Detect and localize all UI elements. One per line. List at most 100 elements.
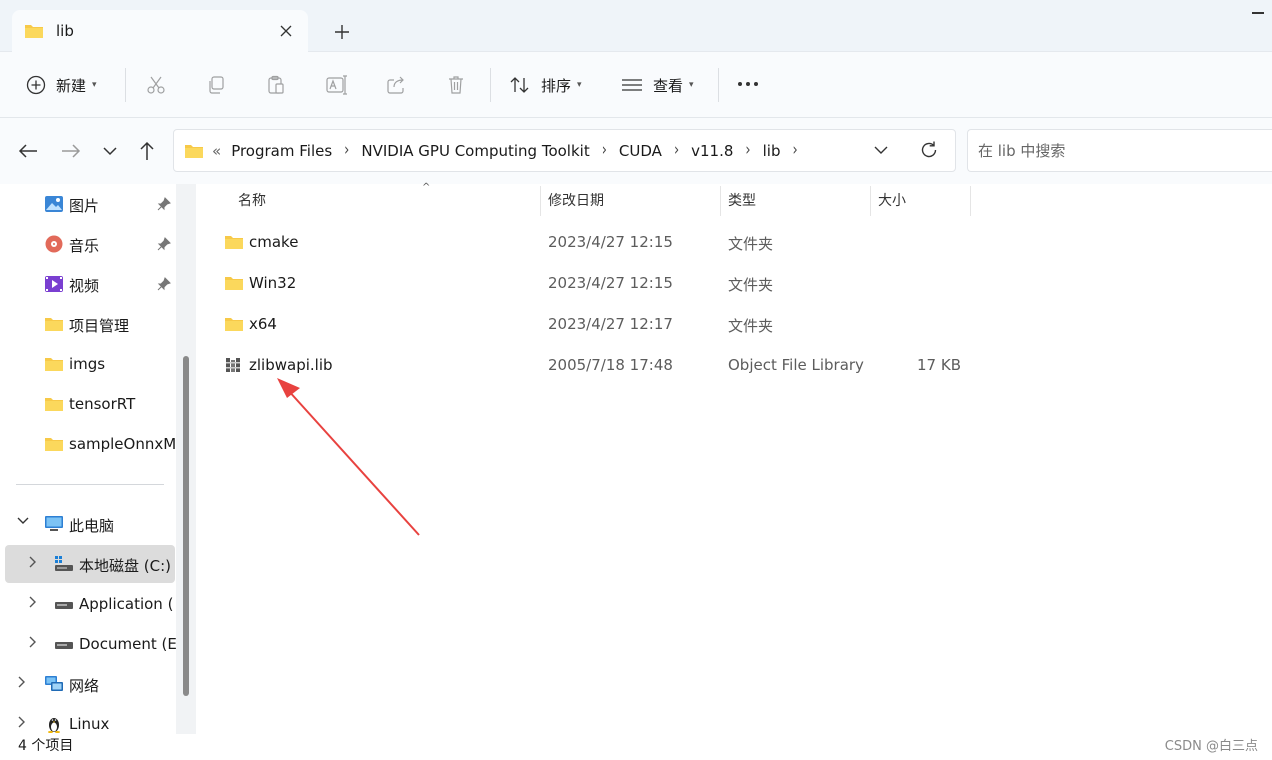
chevron-right-icon[interactable]: › (344, 141, 349, 161)
file-type: 文件夹 (728, 235, 774, 253)
folder-icon (185, 144, 203, 158)
sidebar-item-label: tensorRT (69, 395, 136, 413)
back-arrow-icon[interactable] (15, 138, 41, 164)
column-size-label: 大小 (878, 193, 906, 209)
add-circle-icon (26, 75, 46, 95)
breadcrumb-lib[interactable]: lib (763, 142, 781, 160)
chevron-right-icon[interactable]: › (745, 141, 750, 161)
sidebar-item-sampleonnx[interactable]: sampleOnnxM (0, 425, 180, 463)
pin-icon[interactable] (157, 277, 171, 291)
chevron-down-icon[interactable] (17, 516, 29, 530)
chevron-right-icon[interactable] (28, 556, 40, 570)
sidebar-item-label: 项目管理 (69, 317, 130, 335)
column-header-size[interactable]: 大小 (878, 184, 968, 216)
pin-icon[interactable] (157, 237, 171, 251)
sidebar-item-imgs[interactable]: imgs (0, 345, 180, 383)
network-icon (45, 676, 63, 691)
column-divider[interactable] (970, 186, 971, 216)
up-arrow-icon[interactable] (134, 138, 160, 164)
more-icon[interactable] (738, 82, 758, 86)
chevron-right-icon[interactable]: › (602, 141, 607, 161)
sidebar-item-videos[interactable]: 视频 (0, 265, 180, 303)
chevron-right-icon[interactable] (28, 596, 40, 610)
sidebar-item-network[interactable]: 网络 (0, 665, 180, 703)
breadcrumb-nvidia-toolkit[interactable]: NVIDIA GPU Computing Toolkit (361, 142, 589, 160)
forward-arrow-icon[interactable] (58, 138, 84, 164)
column-header-type[interactable]: 类型 (728, 184, 868, 216)
copy-button[interactable] (206, 70, 226, 100)
cut-icon (147, 76, 165, 94)
address-history-chevron-icon[interactable] (873, 140, 893, 160)
sidebar-item-label: 音乐 (69, 237, 100, 255)
delete-icon (449, 76, 463, 94)
sidebar-item-music[interactable]: 音乐 (0, 225, 180, 263)
column-divider[interactable] (720, 186, 721, 216)
pictures-icon (45, 196, 63, 212)
sidebar-item-drive-document[interactable]: Document (E: (0, 625, 180, 663)
share-button[interactable] (386, 70, 406, 100)
file-name: cmake (249, 233, 299, 251)
paste-button[interactable] (266, 70, 286, 100)
sidebar-item-label: 图片 (69, 197, 100, 215)
breadcrumb-cuda[interactable]: CUDA (619, 142, 662, 160)
sidebar-item-drive-application[interactable]: Application ( (0, 585, 180, 623)
sidebar-item-label: 网络 (69, 677, 100, 695)
sort-label: 排序 (541, 76, 572, 95)
column-date-label: 修改日期 (548, 193, 604, 209)
toolbar-divider (718, 68, 719, 102)
sidebar-item-label: 视频 (69, 277, 100, 295)
file-row-win32[interactable]: Win32 2023/4/27 12:15 文件夹 (216, 263, 976, 304)
sidebar-scrollbar-thumb[interactable] (183, 356, 189, 696)
chevron-right-icon[interactable]: › (792, 141, 797, 161)
sidebar-item-this-pc[interactable]: 此电脑 (0, 505, 180, 543)
sidebar-item-drive-c[interactable]: 本地磁盘 (C:) (5, 545, 175, 583)
sidebar-item-project-management[interactable]: 项目管理 (0, 305, 180, 343)
watermark: CSDN @白三点 (1164, 739, 1258, 754)
file-type: 文件夹 (728, 317, 774, 335)
column-divider[interactable] (870, 186, 871, 216)
sidebar-item-label: 本地磁盘 (C:) (79, 557, 171, 575)
sort-icon (510, 77, 529, 93)
delete-button[interactable] (446, 70, 466, 100)
breadcrumb-v11-8[interactable]: v11.8 (691, 142, 733, 160)
address-bar[interactable]: « Program Files › NVIDIA GPU Computing T… (173, 129, 956, 172)
file-list: 名称 ^ 修改日期 类型 大小 cmake 2023/4/27 12:15 文件… (196, 182, 1272, 734)
column-header-date[interactable]: 修改日期 (548, 184, 718, 216)
column-header-name[interactable]: 名称 ^ (238, 182, 538, 216)
file-size: 17 KB (917, 356, 961, 374)
rename-button[interactable] (326, 70, 348, 100)
file-row-x64[interactable]: x64 2023/4/27 12:17 文件夹 (216, 304, 976, 345)
sidebar-item-tensorrt[interactable]: tensorRT (0, 385, 180, 423)
breadcrumb-overflow[interactable]: « (212, 142, 221, 160)
tab-lib[interactable]: lib (12, 10, 308, 52)
chevron-right-icon[interactable]: › (674, 141, 679, 161)
file-name: Win32 (249, 274, 297, 292)
sidebar-item-label: sampleOnnxM (69, 435, 177, 453)
cut-button[interactable] (146, 70, 166, 100)
chevron-right-icon[interactable] (17, 676, 29, 690)
sidebar-item-linux[interactable]: Linux (0, 705, 180, 734)
view-button[interactable]: 查看 ▾ (621, 70, 694, 100)
file-row-zlibwapi[interactable]: zlibwapi.lib 2005/7/18 17:48 Object File… (216, 345, 976, 386)
sidebar-item-label: Document (E: (79, 635, 180, 653)
refresh-icon[interactable] (919, 140, 941, 162)
new-button[interactable]: 新建 ▾ (26, 70, 97, 100)
chevron-right-icon[interactable] (17, 716, 29, 730)
sidebar-item-pictures[interactable]: 图片 (0, 185, 180, 223)
chevron-right-icon[interactable] (28, 636, 40, 650)
file-row-cmake[interactable]: cmake 2023/4/27 12:15 文件夹 (216, 222, 976, 263)
minimize-button[interactable] (1252, 12, 1264, 14)
file-name: zlibwapi.lib (249, 356, 333, 374)
sidebar-item-label: 此电脑 (69, 517, 115, 535)
linux-penguin-icon (48, 718, 60, 733)
plus-icon[interactable] (330, 20, 354, 44)
search-box[interactable] (967, 129, 1272, 172)
search-input[interactable] (968, 130, 1272, 171)
recent-locations-chevron-icon[interactable] (97, 138, 123, 164)
close-icon[interactable] (276, 21, 296, 41)
pin-icon[interactable] (157, 197, 171, 211)
sort-button[interactable]: 排序 ▾ (509, 70, 582, 100)
column-divider[interactable] (540, 186, 541, 216)
rename-icon (326, 75, 347, 95)
breadcrumb-program-files[interactable]: Program Files (231, 142, 332, 160)
